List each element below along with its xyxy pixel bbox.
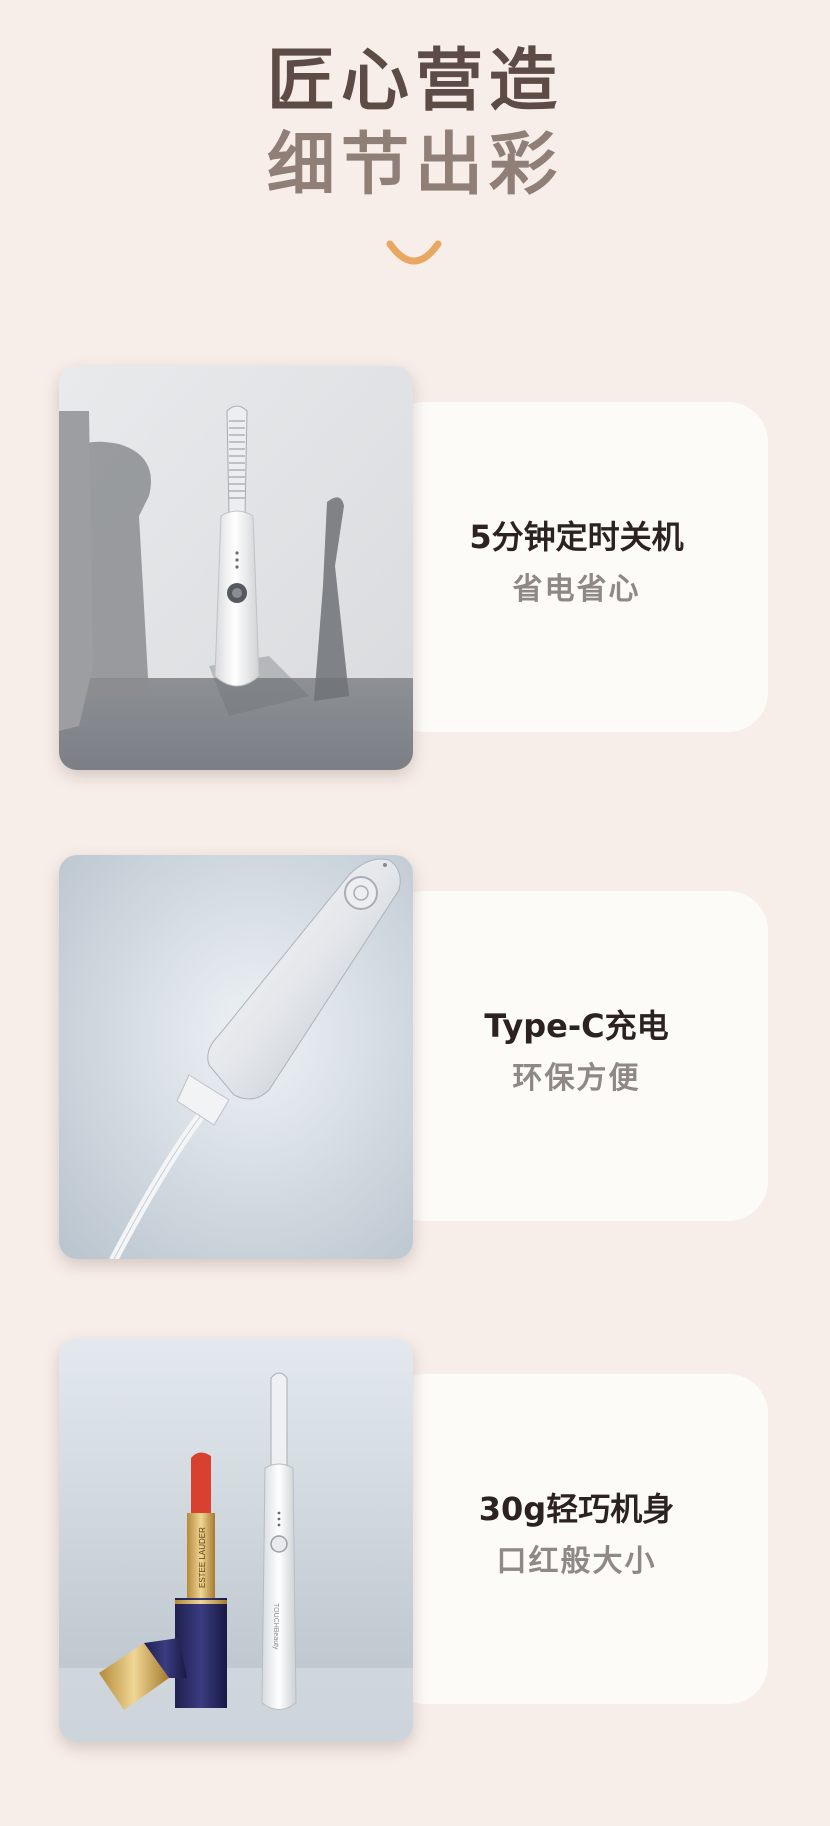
feature-subtitle: 口红般大小 [496, 1544, 657, 1579]
device-brand-print: TOUCHBeauty [272, 1603, 279, 1650]
feature-card: 30g轻巧机身 口红般大小 [385, 1374, 768, 1704]
feature-timer: 5分钟定时关机 省电省心 [0, 366, 830, 776]
smile-chevron-icon [386, 240, 442, 265]
feature-title: 30g轻巧机身 [478, 1490, 675, 1528]
eyelash-curler-standing-photo [59, 366, 413, 770]
hero-heading: 匠心营造 细节出彩 [0, 40, 830, 208]
feature-card: Type-C充电 环保方便 [385, 891, 768, 1221]
hero-title-line2: 细节出彩 [266, 126, 563, 205]
feature-lightweight: 30g轻巧机身 口红般大小 ESTEE LAUDER TOUCHBeauty [0, 1338, 830, 1748]
feature-type-c: Type-C充电 环保方便 [0, 855, 830, 1265]
curler-next-to-lipstick-photo: ESTEE LAUDER TOUCHBeauty [59, 1338, 413, 1742]
usb-c-charging-photo [59, 855, 413, 1259]
lipstick-brand-print: ESTEE LAUDER [198, 1527, 207, 1588]
feature-card: 5分钟定时关机 省电省心 [385, 402, 768, 732]
feature-subtitle: 环保方便 [512, 1061, 641, 1096]
hero-title-line1: 匠心营造 [266, 42, 563, 121]
feature-title: 5分钟定时关机 [469, 518, 684, 556]
feature-subtitle: 省电省心 [512, 572, 641, 607]
feature-title: Type-C充电 [484, 1007, 669, 1045]
